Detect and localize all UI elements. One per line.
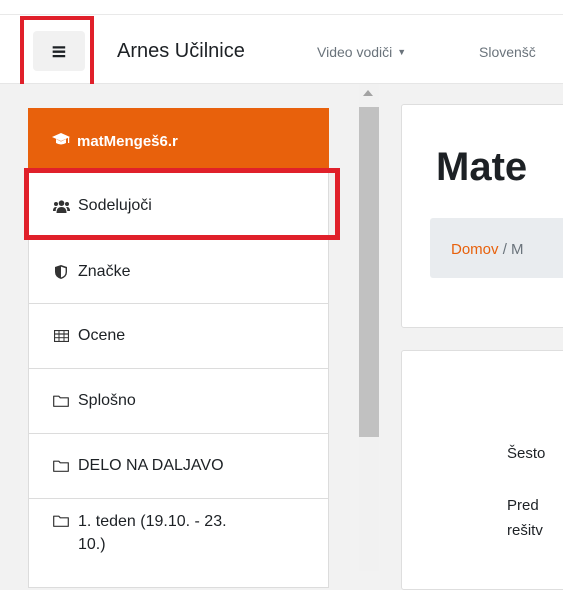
nav-video-guides[interactable]: Video vodiči ▼ bbox=[317, 44, 406, 60]
folder-icon bbox=[52, 460, 70, 472]
drawer-item-label-line1: 1. teden (19.10. - 23. bbox=[78, 513, 227, 530]
scroll-up-arrow-icon[interactable] bbox=[363, 90, 373, 96]
folder-icon bbox=[52, 515, 70, 527]
page-title: Mate bbox=[436, 145, 528, 189]
page-header-card bbox=[401, 104, 563, 328]
breadcrumb-separator: / bbox=[502, 241, 507, 258]
breadcrumb: Domov / M bbox=[430, 218, 563, 278]
table-icon bbox=[52, 330, 70, 342]
content-text: Pred bbox=[507, 497, 539, 514]
course-name: matMengeš6.r bbox=[77, 132, 178, 150]
nav-drawer: matMengeš6.r Sodelujoči Značke Ocene Spl… bbox=[10, 84, 380, 588]
drawer-item-remote-work[interactable]: DELO NA DALJAVO bbox=[28, 433, 329, 499]
breadcrumb-current[interactable]: M bbox=[511, 241, 524, 258]
highlight-menu-button bbox=[20, 16, 94, 88]
content-text: rešitv bbox=[507, 522, 543, 539]
caret-down-icon: ▼ bbox=[397, 47, 407, 57]
breadcrumb-trail: Domov / M bbox=[451, 241, 524, 258]
drawer-item-badges[interactable]: Značke bbox=[28, 239, 329, 304]
nav-language[interactable]: Slovenšč bbox=[479, 44, 536, 60]
drawer-scrollbar[interactable] bbox=[359, 84, 379, 571]
drawer-item-label-line2: 10.) bbox=[78, 536, 106, 553]
nav-video-guides-label: Video vodiči bbox=[317, 44, 393, 60]
drawer-item-general[interactable]: Splošno bbox=[28, 368, 329, 434]
drawer-item-label: Značke bbox=[78, 262, 131, 280]
shield-icon bbox=[52, 264, 70, 279]
scroll-thumb[interactable] bbox=[359, 107, 379, 437]
drawer-item-grades[interactable]: Ocene bbox=[28, 303, 329, 369]
course-home-link[interactable]: matMengeš6.r bbox=[28, 108, 329, 174]
drawer-item-label: Ocene bbox=[78, 327, 126, 344]
content-card bbox=[401, 350, 563, 590]
drawer-item-label: Splošno bbox=[78, 392, 136, 409]
drawer-item-label: 1. teden (19.10. - 23. 10.) bbox=[78, 510, 227, 556]
highlight-participants bbox=[24, 168, 340, 240]
drawer-item-week-1[interactable]: 1. teden (19.10. - 23. 10.) bbox=[28, 498, 329, 588]
site-brand[interactable]: Arnes Učilnice bbox=[117, 40, 245, 63]
graduation-cap-icon bbox=[52, 133, 70, 149]
breadcrumb-home-link[interactable]: Domov bbox=[451, 241, 499, 258]
content-text: Šesto bbox=[507, 445, 546, 462]
drawer-item-label: DELO NA DALJAVO bbox=[78, 457, 224, 474]
divider bbox=[0, 14, 563, 15]
folder-icon bbox=[52, 395, 70, 407]
